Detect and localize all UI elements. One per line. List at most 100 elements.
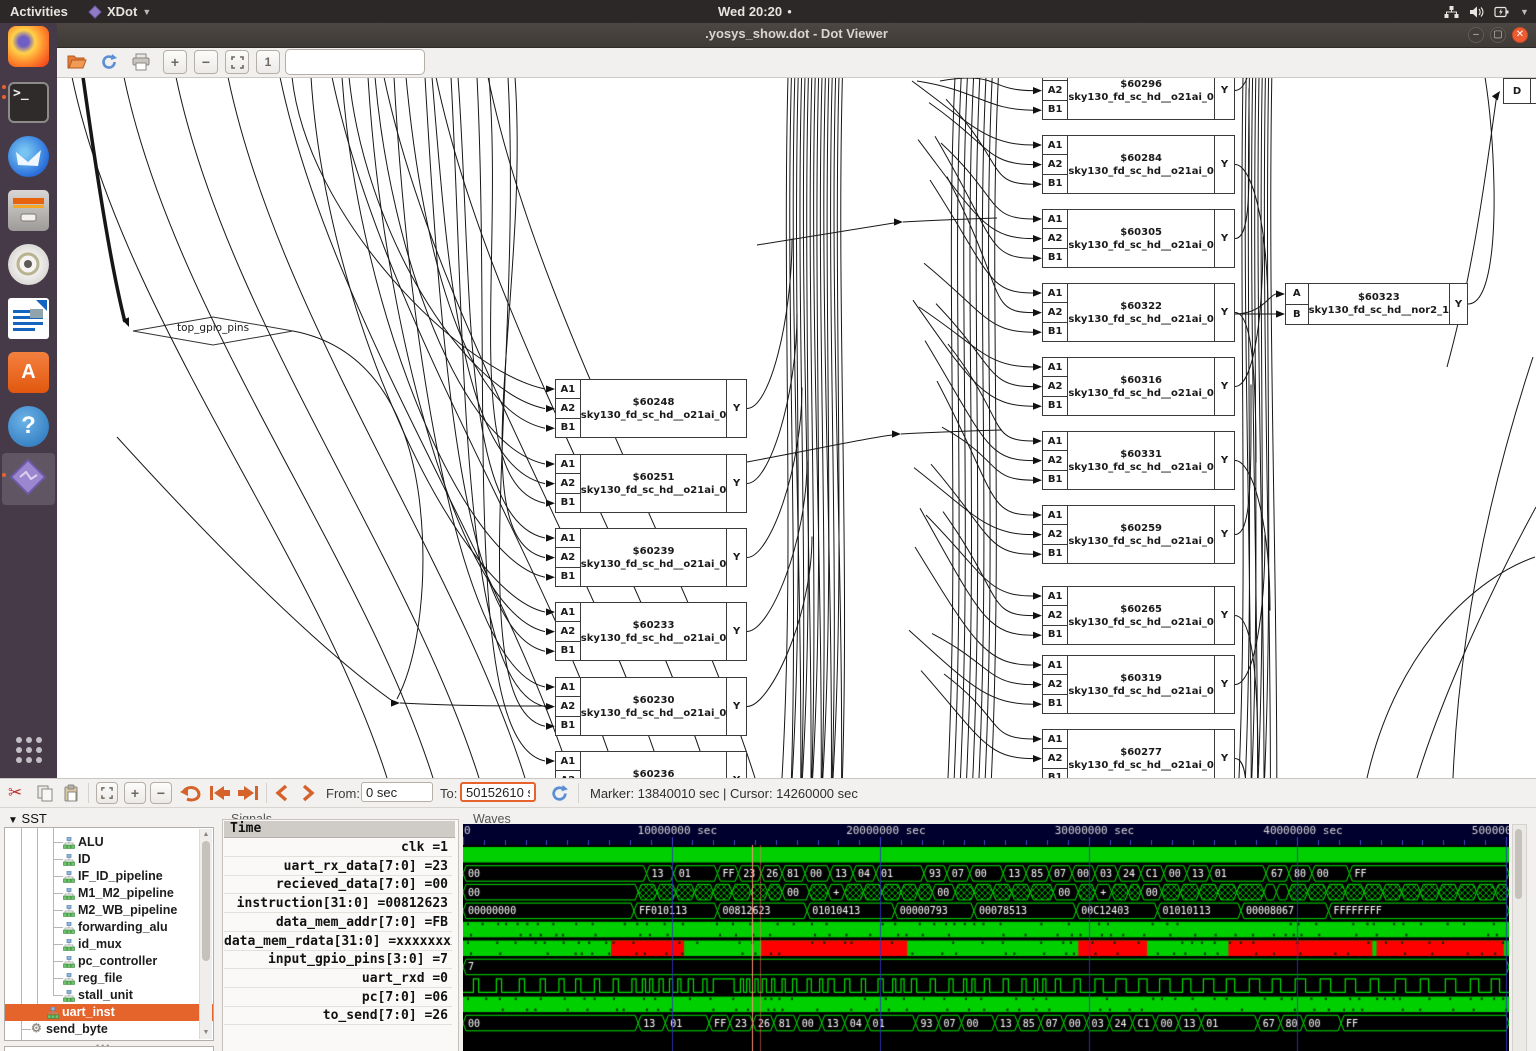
scroll-down-icon[interactable]: ▼: [202, 1029, 210, 1037]
signal-row-instruction-31-0-[interactable]: instruction[31:0] =00812623: [224, 895, 452, 913]
graph-node-60284[interactable]: A1A2B1$60284sky130_fd_sc_hd__o21ai_0Y: [1042, 135, 1235, 194]
wave-zoom-fit-button[interactable]: [96, 782, 118, 804]
graph-node-60259[interactable]: A1A2B1$60259sky130_fd_sc_hd__o21ai_0Y: [1042, 505, 1235, 564]
to-input[interactable]: [460, 782, 536, 802]
graph-node-60251[interactable]: A1A2B1$60251sky130_fd_sc_hd__o21ai_0Y: [555, 454, 747, 513]
go-to-end-button[interactable]: [236, 782, 260, 804]
waves-scrollbar[interactable]: [1512, 824, 1527, 1051]
graph-node-60322[interactable]: A1A2B1$60322sky130_fd_sc_hd__o21ai_0Y: [1042, 283, 1235, 342]
graph-node-60265[interactable]: A1A2B1$60265sky130_fd_sc_hd__o21ai_0Y: [1042, 586, 1235, 645]
go-to-start-button[interactable]: [208, 782, 232, 804]
wave-zoom-in-button[interactable]: +: [124, 782, 146, 804]
waves-canvas[interactable]: [463, 824, 1509, 1051]
zoom-fit-button[interactable]: [225, 50, 249, 74]
tree-item-label: id_mux: [78, 937, 122, 951]
tree-filter-entry[interactable]: [4, 1046, 214, 1051]
rhythmbox-icon[interactable]: [8, 244, 49, 285]
sst-tree[interactable]: ALU ID IF_ID_pipeline M1_M2_pipeline M2_…: [4, 827, 214, 1041]
graph-node-60230[interactable]: A1A2B1$60230sky130_fd_sc_hd__o21ai_0Y: [555, 677, 747, 736]
scroll-up-icon[interactable]: ▲: [202, 831, 210, 839]
signal-row-uart_rx_data-7-0-[interactable]: uart_rx_data[7:0] =23: [224, 858, 452, 876]
wave-reload-button[interactable]: [550, 782, 569, 804]
clock[interactable]: Wed 20:20 ●: [718, 0, 792, 23]
tree-scrollbar[interactable]: ▲ ▼: [199, 829, 212, 1039]
tree-item-alu[interactable]: ALU: [5, 834, 213, 851]
signal-row-clk[interactable]: clk =1: [224, 839, 452, 857]
graph-canvas[interactable]: top_gpio_pins A1A2B1$60248sky130_fd_sc_h…: [57, 77, 1536, 778]
print-button[interactable]: [129, 50, 153, 74]
undo-zoom-button[interactable]: [178, 782, 202, 804]
firefox-icon[interactable]: [8, 26, 49, 67]
signal-row-to_send-7-0-[interactable]: to_send[7:0] =26: [224, 1007, 452, 1025]
activities-button[interactable]: Activities: [10, 0, 68, 23]
tree-item-forwarding_alu[interactable]: forwarding_alu: [5, 919, 213, 936]
graph-node-60236[interactable]: A1A2B1$60236sky130_fd_sc_hd__o21ai_0Y: [555, 751, 747, 778]
copy-button[interactable]: [36, 782, 54, 804]
graph-node-60233[interactable]: A1A2B1$60233sky130_fd_sc_hd__o21ai_0Y: [555, 602, 747, 661]
open-file-button[interactable]: [65, 50, 89, 74]
xdot-dock-icon[interactable]: [8, 457, 49, 498]
search-input[interactable]: [292, 54, 451, 70]
graph-node-60239[interactable]: A1A2B1$60239sky130_fd_sc_hd__o21ai_0Y: [555, 528, 747, 587]
port-a1: A1: [556, 455, 580, 474]
signal-row-data_mem_addr-7-0-[interactable]: data_mem_addr[7:0] =FB: [224, 914, 452, 932]
thunderbird-icon[interactable]: [8, 136, 49, 177]
zoom-out-button[interactable]: −: [194, 50, 218, 74]
sst-header[interactable]: ▼ SST: [8, 811, 47, 826]
next-edge-button[interactable]: [300, 782, 316, 804]
show-applications-icon[interactable]: [14, 735, 44, 765]
graph-node-60248[interactable]: A1A2B1$60248sky130_fd_sc_hd__o21ai_0Y: [555, 379, 747, 438]
tree-item-m1_m2_pipeline[interactable]: M1_M2_pipeline: [5, 885, 213, 902]
tree-item-if_id_pipeline[interactable]: IF_ID_pipeline: [5, 868, 213, 885]
tree-item-stall_unit[interactable]: stall_unit: [5, 987, 213, 1004]
close-button[interactable]: ✕: [1512, 27, 1528, 43]
separator: [578, 783, 579, 803]
zoom-100-button[interactable]: 1: [256, 50, 280, 74]
libreoffice-writer-icon[interactable]: [8, 298, 49, 339]
port-a1: A1: [1043, 432, 1067, 451]
terminal-icon[interactable]: >_: [8, 82, 49, 123]
tree-item-pc_controller[interactable]: pc_controller: [5, 953, 213, 970]
zoom-in-button[interactable]: +: [163, 50, 187, 74]
graph-node-60323[interactable]: AB$60323sky130_fd_sc_hd__nor2_1Y: [1285, 283, 1468, 325]
graph-node-top-gpio-pins[interactable]: top_gpio_pins: [153, 322, 273, 334]
cut-button[interactable]: ✂: [8, 782, 22, 804]
node-id: $60230: [633, 694, 675, 707]
scrollbar-thumb[interactable]: [202, 841, 210, 961]
signal-row-recieved_data-7-0-[interactable]: recieved_data[7:0] =00: [224, 876, 452, 894]
search-box[interactable]: [285, 49, 425, 75]
signal-row-input_gpio_pins-3-0-[interactable]: input_gpio_pins[3:0] =7: [224, 951, 452, 969]
graph-node-60331[interactable]: A1A2B1$60331sky130_fd_sc_hd__o21ai_0Y: [1042, 431, 1235, 490]
graph-node-60277[interactable]: A1A2B1$60277sky130_fd_sc_hd__o21ai_0Y: [1042, 729, 1235, 778]
scrollbar-thumb[interactable]: [1515, 829, 1522, 899]
signal-row-data_mem_rdata-31-0-[interactable]: data_mem_rdata[31:0] =xxxxxxxx: [224, 933, 452, 951]
tree-item-id_mux[interactable]: id_mux: [5, 936, 213, 953]
reload-button[interactable]: [97, 50, 121, 74]
graph-node-60296[interactable]: A1A2B1$60296sky130_fd_sc_hd__o21ai_0Y: [1042, 77, 1235, 120]
signal-row-uart_rxd[interactable]: uart_rxd =0: [224, 970, 452, 988]
ubuntu-software-icon[interactable]: A: [8, 352, 49, 393]
xdot-titlebar[interactable]: .yosys_show.dot - Dot Viewer – ▢ ✕: [57, 23, 1536, 48]
from-input[interactable]: [361, 782, 433, 802]
tree-item-id[interactable]: ID: [5, 851, 213, 868]
wave-zoom-out-button[interactable]: −: [150, 782, 172, 804]
maximize-button[interactable]: ▢: [1490, 27, 1506, 43]
tree-item-reg_file[interactable]: reg_file: [5, 970, 213, 987]
time-header[interactable]: Time: [224, 821, 455, 838]
graph-node-60316[interactable]: A1A2B1$60316sky130_fd_sc_hd__o21ai_0Y: [1042, 357, 1235, 416]
graph-node-dff[interactable]: D: [1503, 78, 1536, 104]
file-cabinet-icon[interactable]: [8, 190, 49, 231]
signal-row-pc-7-0-[interactable]: pc[7:0] =06: [224, 989, 452, 1007]
minimize-button[interactable]: –: [1468, 27, 1484, 43]
help-icon[interactable]: ?: [8, 406, 49, 447]
graph-node-60319[interactable]: A1A2B1$60319sky130_fd_sc_hd__o21ai_0Y: [1042, 655, 1235, 714]
tree-item-uart_inst[interactable]: uart_inst: [5, 1004, 213, 1021]
paste-button[interactable]: [62, 782, 80, 804]
tree-item-m2_wb_pipeline[interactable]: M2_WB_pipeline: [5, 902, 213, 919]
node-id: $60319: [1120, 672, 1162, 685]
tree-item-send_byte[interactable]: ⚙send_byte: [5, 1021, 213, 1038]
graph-node-60305[interactable]: A1A2B1$60305sky130_fd_sc_hd__o21ai_0Y: [1042, 209, 1235, 268]
system-status-area[interactable]: ▼: [1444, 0, 1529, 23]
app-menu[interactable]: XDot ▼: [88, 0, 151, 23]
prev-edge-button[interactable]: [274, 782, 290, 804]
